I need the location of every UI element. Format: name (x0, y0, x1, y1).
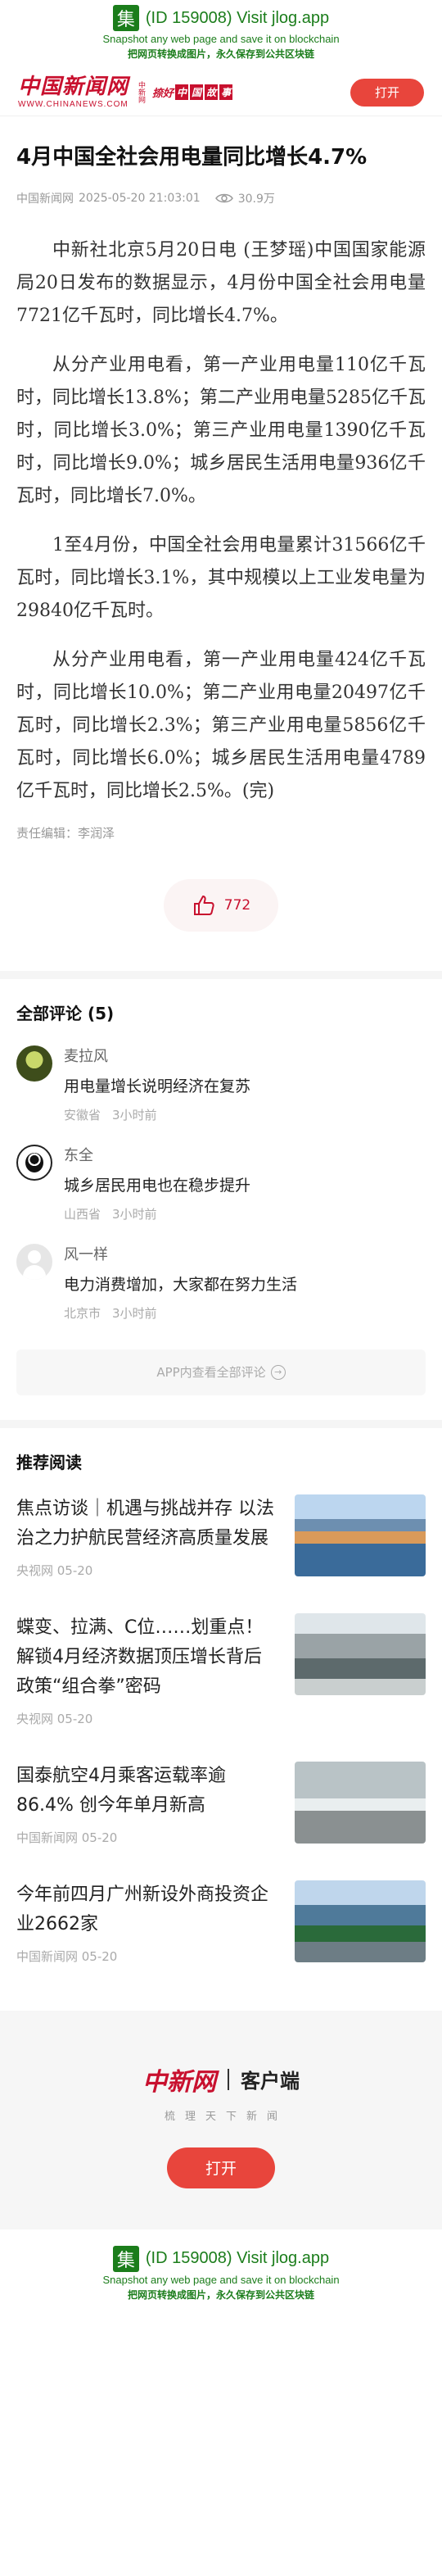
comment-meta: 山西省 3小时前 (64, 1205, 426, 1222)
jlog-logo-icon: 集 (112, 5, 139, 31)
comment-text: 用电量增长说明经济在复苏 (64, 1077, 251, 1095)
recommend-thumbnail (295, 1880, 426, 1962)
comment-time: 3小时前 (112, 1305, 157, 1321)
promo-subtitle: 梳理天下新闻 (164, 2110, 287, 2123)
slogan-box: 故 (205, 84, 219, 100)
comment-user[interactable]: 风一样 (64, 1244, 426, 1267)
promo-divider (228, 2068, 229, 2090)
recommend-item-title: 国泰航空4月乘客运载率逾86.4% 创今年单月新高 (16, 1765, 226, 1816)
recommend-item-source: 中国新闻网 05-20 (16, 1830, 118, 1845)
article-title: 4月中国全社会用电量同比增长4.7% (16, 145, 368, 170)
article-paragraph: 从分产业用电看，第一产业用电量110亿千瓦时，同比增长13.8%；第二产业用电量… (16, 354, 426, 506)
recommend-section: 推荐阅读 焦点访谈｜机遇与挑战并存 以法治之力护航民营经济高质量发展 央视网 0… (0, 1428, 442, 1986)
recommend-item-title: 焦点访谈｜机遇与挑战并存 以法治之力护航民营经济高质量发展 (16, 1498, 274, 1549)
jlog-line1: 集 (ID 159008) Visit jlog.app (0, 5, 442, 31)
comment-meta: 安徽省 3小时前 (64, 1106, 426, 1123)
recommend-thumbnail (295, 1761, 426, 1844)
comment-location: 北京市 (64, 1305, 101, 1321)
comment-time: 3小时前 (112, 1206, 157, 1222)
section-divider (0, 1419, 442, 1428)
jlog-logo-icon: 集 (112, 2245, 139, 2272)
recommend-thumbnail (295, 1612, 426, 1695)
slogan-box: 国 (190, 84, 204, 100)
recommend-item-title: 今年前四月广州新设外商投资企业2662家 (16, 1884, 269, 1934)
comment-user[interactable]: 麦拉风 (64, 1045, 426, 1068)
recommend-item-source: 央视网 05-20 (16, 1562, 93, 1578)
arrow-right-icon: → (270, 1364, 286, 1380)
article-body: 中新社北京5月20日电 (王梦瑶)中国国家能源局20日发布的数据显示，4月份中国… (16, 234, 426, 808)
promo-open-button[interactable]: 打开 (167, 2147, 275, 2188)
comment-location: 安徽省 (64, 1107, 101, 1122)
avatar[interactable] (16, 1045, 52, 1082)
thumbs-up-icon (193, 895, 214, 915)
jlog-banner-bottom[interactable]: 集 (ID 159008) Visit jlog.app Snapshot an… (0, 2229, 442, 2310)
app-header: 中国新闻网 WWW.CHINANEWS.COM 中新网 捺好 中 国 故 事 打… (0, 69, 442, 116)
article-meta: 中国新闻网 2025-05-20 21:03:01 30.9万 (16, 190, 426, 206)
promo-client-label: 客户端 (241, 2070, 300, 2093)
promo-brand: 中新网 客户端 (0, 2061, 442, 2098)
article: 4月中国全社会用电量同比增长4.7% 中国新闻网 2025-05-20 21:0… (0, 116, 442, 932)
recommend-item[interactable]: 蝶变、拉满、C位……划重点！解锁4月经济数据顶压增长背后政策“组合拳”密码 央视… (16, 1612, 426, 1740)
article-paragraph: 1至4月份，中国全社会用电量累计31566亿千瓦时，同比增长3.1%，其中规模以… (16, 534, 426, 621)
chinanews-logo[interactable]: 中国新闻网 WWW.CHINANEWS.COM (18, 76, 129, 109)
recommend-item-source: 央视网 05-20 (16, 1711, 93, 1726)
slogan-prefix: 捺好 (152, 88, 174, 100)
slogan: 捺好 中 国 故 事 (152, 84, 233, 100)
section-divider (0, 970, 442, 979)
eye-icon (214, 193, 233, 202)
jlog-id-text: (ID 159008) Visit jlog.app (145, 2249, 330, 2268)
comment-item: 风一样 电力消费增加，大家都在努力生活 北京市 3小时前 (16, 1243, 426, 1322)
open-app-button[interactable]: 打开 (350, 78, 424, 107)
view-all-comments-label: APP内查看全部评论 (156, 1365, 266, 1381)
article-editor: 责任编辑：李润泽 (16, 825, 115, 841)
slogan-box: 中 (175, 84, 189, 100)
comment-item: 麦拉风 用电量增长说明经济在复苏 安徽省 3小时前 (16, 1045, 426, 1123)
recommend-item[interactable]: 国泰航空4月乘客运载率逾86.4% 创今年单月新高 中国新闻网 05-20 (16, 1761, 426, 1859)
comment-meta: 北京市 3小时前 (64, 1304, 426, 1322)
jlog-id-text: (ID 159008) Visit jlog.app (145, 8, 330, 27)
article-views: 30.9万 (237, 192, 275, 206)
recommend-title: 推荐阅读 (16, 1452, 82, 1472)
like-count: 772 (223, 896, 251, 914)
promo-logo: 中新网 (142, 2067, 216, 2097)
article-time: 2025-05-20 21:03:01 (79, 191, 201, 205)
jlog-tagline-cn: 把网页转换成图片，永久保存到公共区块链 (127, 48, 314, 60)
comment-text: 城乡居民用电也在稳步提升 (64, 1176, 251, 1195)
avatar[interactable] (16, 1243, 52, 1280)
comments-title: 全部评论 (5) (16, 1003, 115, 1023)
recommend-item-source: 中国新闻网 05-20 (16, 1948, 118, 1964)
logo-text: 中国新闻网 (18, 74, 129, 99)
like-wrap: 772 (16, 878, 426, 932)
jlog-tagline-en: Snapshot any web page and save it on blo… (102, 2273, 340, 2286)
logo-sub: 中新网 (137, 81, 146, 103)
comment-text: 电力消费增加，大家都在努力生活 (64, 1275, 298, 1294)
comment-item: 东全 城乡居民用电也在稳步提升 山西省 3小时前 (16, 1144, 426, 1222)
jlog-line1: 集 (ID 159008) Visit jlog.app (0, 2245, 442, 2272)
article-paragraph: 从分产业用电看，第一产业用电量424亿千瓦时，同比增长10.0%；第二产业用电量… (16, 649, 426, 801)
comment-location: 山西省 (64, 1206, 101, 1222)
avatar[interactable] (16, 1144, 52, 1181)
jlog-tagline-en: Snapshot any web page and save it on blo… (102, 33, 340, 45)
article-source: 中国新闻网 (16, 192, 74, 206)
jlog-banner-top[interactable]: 集 (ID 159008) Visit jlog.app Snapshot an… (0, 0, 442, 69)
jlog-tagline-cn: 把网页转换成图片，永久保存到公共区块链 (127, 2288, 314, 2301)
logo-url: WWW.CHINANEWS.COM (18, 99, 129, 109)
brand: 中国新闻网 WWW.CHINANEWS.COM 中新网 捺好 中 国 故 事 (18, 76, 233, 109)
recommend-item[interactable]: 焦点访谈｜机遇与挑战并存 以法治之力护航民营经济高质量发展 央视网 05-20 (16, 1494, 426, 1592)
recommend-thumbnail (295, 1494, 426, 1576)
article-paragraph: 中新社北京5月20日电 (王梦瑶)中国国家能源局20日发布的数据显示，4月份中国… (16, 239, 426, 326)
recommend-item[interactable]: 今年前四月广州新设外商投资企业2662家 中国新闻网 05-20 (16, 1880, 426, 1978)
slogan-box: 事 (219, 84, 233, 100)
comment-time: 3小时前 (112, 1107, 157, 1122)
comments-section: 全部评论 (5) 麦拉风 用电量增长说明经济在复苏 安徽省 3小时前 东全 城乡居… (0, 979, 442, 1412)
app-promo: 中新网 客户端 梳理天下新闻 打开 (0, 2010, 442, 2229)
like-button[interactable]: 772 (164, 878, 278, 932)
view-all-comments-button[interactable]: APP内查看全部评论 → (16, 1349, 426, 1395)
comment-user[interactable]: 东全 (64, 1145, 426, 1168)
recommend-item-title: 蝶变、拉满、C位……划重点！解锁4月经济数据顶压增长背后政策“组合拳”密码 (16, 1617, 264, 1697)
